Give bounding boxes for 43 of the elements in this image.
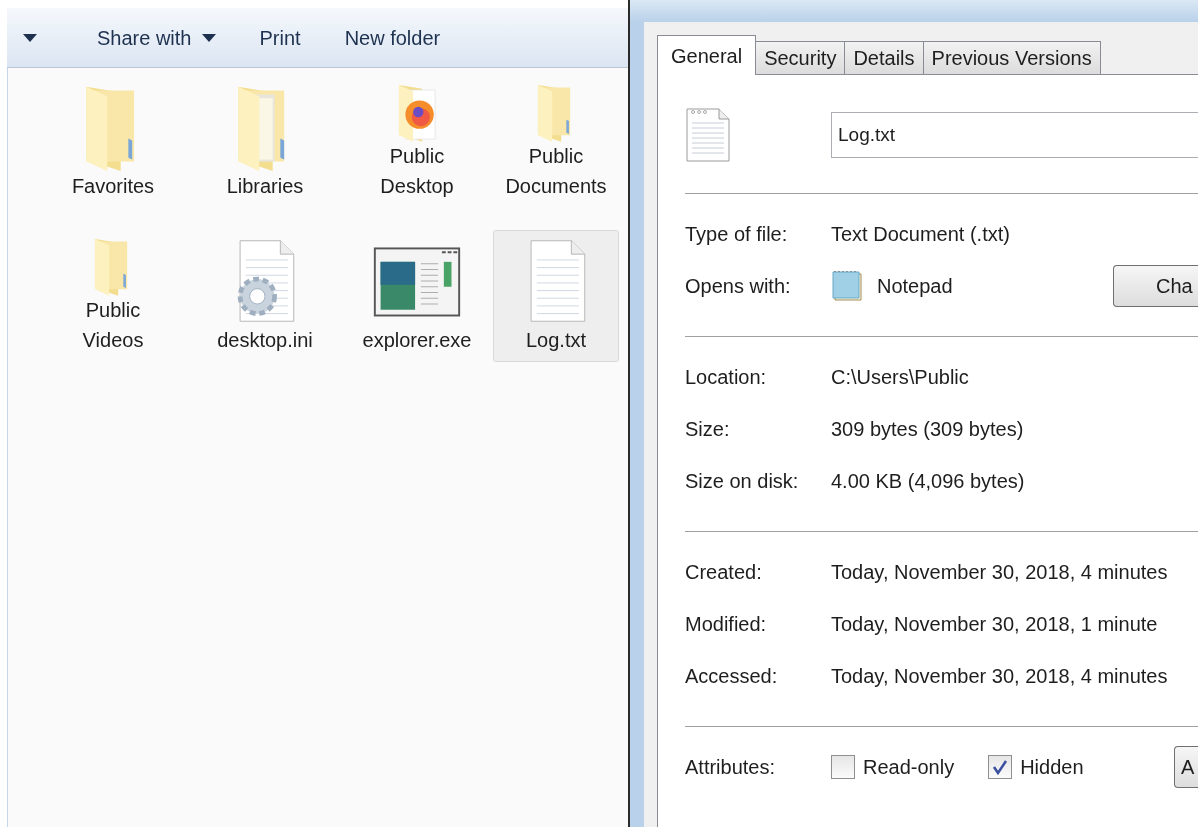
property-value: 309 bytes (309 bytes) xyxy=(831,417,1024,442)
push-button[interactable]: A xyxy=(1174,746,1198,788)
property-label: Size on disk: xyxy=(685,469,800,494)
notepad-icon xyxy=(831,270,865,302)
file-item[interactable]: Public Documents xyxy=(493,76,619,208)
checkbox-label: Read-only xyxy=(863,755,955,780)
toolbar-button[interactable]: New folder xyxy=(344,22,441,53)
file-item[interactable]: desktop.ini xyxy=(189,230,341,362)
property-label: Attributes: xyxy=(685,755,777,780)
push-button[interactable]: Cha xyxy=(1113,265,1198,307)
checkbox-label: Hidden xyxy=(1020,755,1084,780)
property-label: Location: xyxy=(685,365,768,390)
property-value: C:\Users\Public xyxy=(831,365,969,390)
property-value: Text Document (.txt) xyxy=(831,222,1010,247)
file-item[interactable]: explorer.exe xyxy=(341,230,493,362)
property-label: Created: xyxy=(685,560,763,585)
property-value: 4.00 KB (4,096 bytes) xyxy=(831,469,1025,494)
text-file-icon xyxy=(685,107,731,163)
check-icon xyxy=(992,759,1009,775)
property-label: Modified: xyxy=(685,612,768,637)
property-value: Today, November 30, 2018, 1 minute xyxy=(831,612,1158,637)
property-value: Notepad xyxy=(877,274,953,299)
caret-icon[interactable] xyxy=(23,33,37,42)
tab[interactable]: Security xyxy=(755,41,846,75)
property-value: Today, November 30, 2018, 4 minutes xyxy=(831,664,1168,689)
file-name-field[interactable]: Log.txt xyxy=(831,112,1198,158)
file-item[interactable]: Log.txt xyxy=(493,230,619,362)
tab[interactable]: Details xyxy=(844,41,924,75)
file-item[interactable]: Public Videos xyxy=(37,230,189,362)
property-value: Today, November 30, 2018, 4 minutes xyxy=(831,560,1168,585)
toolbar-button[interactable]: Print xyxy=(259,22,301,53)
property-label: Opens with: xyxy=(685,274,792,299)
toolbar-button[interactable]: Share with xyxy=(97,22,216,53)
property-label: Accessed: xyxy=(685,664,779,689)
file-item[interactable]: Public Desktop xyxy=(341,76,493,208)
property-label: Size: xyxy=(685,417,731,442)
file-item[interactable]: Favorites xyxy=(37,76,189,208)
tab[interactable]: General xyxy=(657,35,757,75)
tab[interactable]: Previous Versions xyxy=(922,41,1101,75)
checkbox[interactable] xyxy=(988,755,1013,779)
file-item[interactable]: Libraries xyxy=(189,76,341,208)
property-label: Type of file: xyxy=(685,222,789,247)
checkbox[interactable] xyxy=(831,755,855,779)
